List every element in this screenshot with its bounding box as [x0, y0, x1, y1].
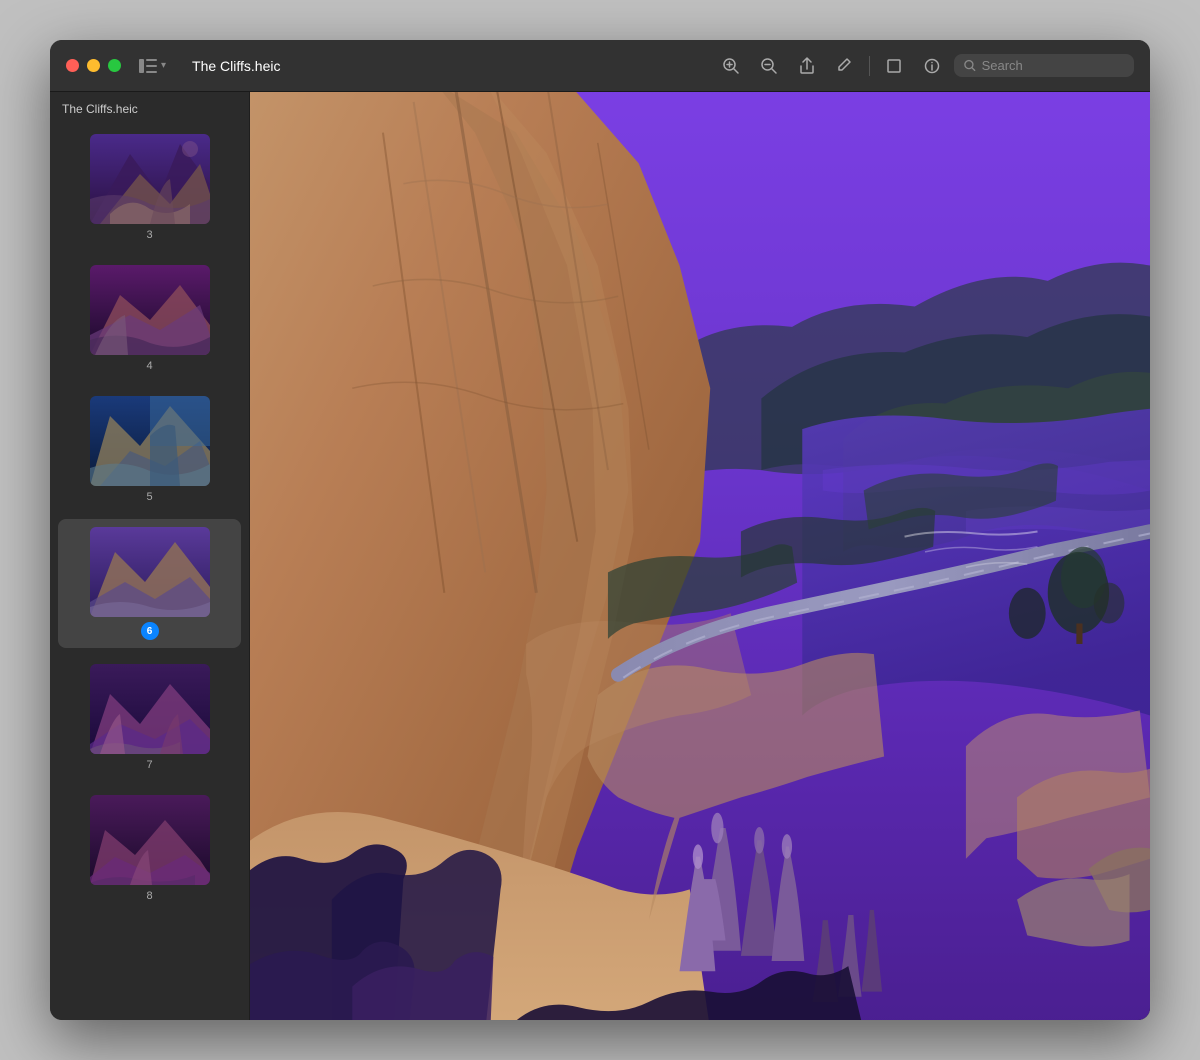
thumbnail-image-6	[90, 527, 210, 617]
thumbnail-image-8	[90, 795, 210, 885]
search-bar[interactable]	[954, 54, 1134, 77]
app-window: ▾ The Cliffs.heic	[50, 40, 1150, 1020]
close-button[interactable]	[66, 59, 79, 72]
page-number-4: 4	[146, 360, 152, 372]
toolbar-actions	[715, 50, 1134, 82]
search-icon	[964, 59, 976, 72]
thumbnail-item-3[interactable]: 3	[58, 126, 241, 249]
traffic-lights	[66, 59, 121, 72]
thumbnail-image-5	[90, 396, 210, 486]
thumbnail-image-7	[90, 664, 210, 754]
thumbnail-image-4	[90, 265, 210, 355]
minimize-button[interactable]	[87, 59, 100, 72]
maximize-button[interactable]	[108, 59, 121, 72]
thumbnail-item-4[interactable]: 4	[58, 257, 241, 380]
thumbnail-item-8[interactable]: 8	[58, 787, 241, 910]
sidebar-header: The Cliffs.heic	[50, 92, 249, 122]
crop-button[interactable]	[878, 50, 910, 82]
thumbnail-item-6[interactable]: 6	[58, 519, 241, 648]
sidebar: The Cliffs.heic	[50, 92, 250, 1020]
titlebar: ▾ The Cliffs.heic	[50, 40, 1150, 92]
thumbnail-item-7[interactable]: 7	[58, 656, 241, 779]
page-number-8: 8	[146, 890, 152, 902]
markup-divider	[869, 56, 870, 76]
thumbnail-label-5: 5	[146, 491, 152, 503]
thumbnail-label-4: 4	[146, 360, 152, 372]
thumbnail-label-8: 8	[146, 890, 152, 902]
page-number-7: 7	[146, 759, 152, 771]
info-button[interactable]	[916, 50, 948, 82]
main-content: The Cliffs.heic	[50, 92, 1150, 1020]
thumbnail-image-3	[90, 134, 210, 224]
markup-button[interactable]	[829, 50, 861, 82]
window-title: The Cliffs.heic	[184, 58, 703, 74]
page-number-badge-6: 6	[141, 622, 159, 640]
thumbnail-label-6: 6	[141, 622, 159, 640]
sidebar-toggle-button[interactable]: ▾	[133, 55, 172, 77]
share-button[interactable]	[791, 50, 823, 82]
chevron-down-icon: ▾	[161, 60, 166, 71]
search-input[interactable]	[982, 58, 1124, 73]
page-number-3: 3	[146, 229, 152, 241]
image-viewer	[250, 92, 1150, 1020]
page-number-5: 5	[146, 491, 152, 503]
zoom-in-button[interactable]	[715, 50, 747, 82]
thumbnail-item-5[interactable]: 5	[58, 388, 241, 511]
zoom-out-button[interactable]	[753, 50, 785, 82]
thumbnail-label-7: 7	[146, 759, 152, 771]
main-image	[250, 92, 1150, 1020]
thumbnail-label-3: 3	[146, 229, 152, 241]
